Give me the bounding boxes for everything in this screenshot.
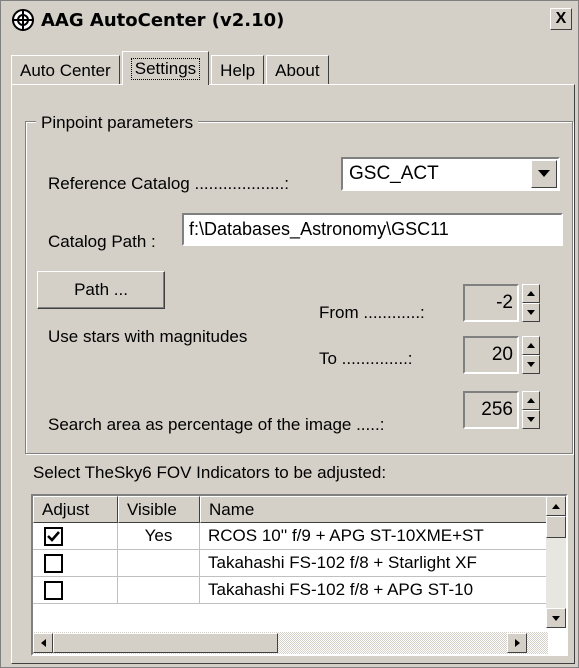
path-button-label: Path ... [74,280,128,299]
checkmark-icon [47,530,60,542]
from-spin-buttons [522,284,540,322]
arrow-left-icon [40,639,46,647]
app-window: AAG AutoCenter (v2.10) X Auto Center Set… [0,0,579,668]
search-area-spin-buttons [522,391,540,429]
from-magnitude-input[interactable]: -2 [463,284,519,322]
horizontal-scroll-thumb[interactable] [53,633,278,653]
arrow-up-icon [527,343,535,348]
chevron-down-icon [538,170,550,177]
fov-section-label: Select TheSky6 FOV Indicators to be adju… [33,463,387,482]
spin-down-button[interactable] [522,303,540,322]
spin-down-button[interactable] [522,355,540,374]
spin-up-button[interactable] [522,336,540,355]
column-header-name[interactable]: Name [200,496,550,523]
table-row[interactable]: Takahashi FS-102 f/8 + Starlight XF [33,550,548,577]
crosshair-globe-icon [12,9,34,31]
window-title: AAG AutoCenter (v2.10) [41,9,285,31]
visible-cell: Yes [118,523,200,550]
adjust-cell [33,577,118,604]
catalog-path-input[interactable] [182,213,563,246]
adjust-checkbox[interactable] [44,580,63,600]
arrow-down-icon [527,417,535,422]
adjust-checkbox[interactable] [44,553,63,573]
scroll-right-button[interactable] [507,633,527,653]
close-button[interactable]: X [550,8,572,30]
spin-up-button[interactable] [522,391,540,410]
from-label: From ............: [319,303,425,322]
path-button[interactable]: Path ... [37,271,165,309]
pinpoint-group-label: Pinpoint parameters [36,113,199,133]
scroll-left-button[interactable] [33,633,53,653]
name-cell: RCOS 10'' f/9 + APG ST-10XME+ST [200,523,548,550]
visible-cell [118,577,200,604]
arrow-down-icon [527,310,535,315]
arrow-down-icon [552,615,560,621]
scroll-up-button[interactable] [546,496,566,516]
tab-label: Help [220,60,256,80]
tab-about[interactable]: About [266,55,329,85]
spin-down-button[interactable] [522,410,540,429]
tab-label: About [275,60,320,80]
visible-cell [118,550,200,577]
dropdown-button[interactable] [531,160,557,188]
to-label: To ..............: [319,349,413,368]
to-magnitude-input[interactable]: 20 [463,336,519,374]
adjust-checkbox[interactable] [44,526,63,546]
tab-label: Auto Center [20,60,111,80]
horizontal-scrollbar[interactable] [33,632,548,654]
fov-list-header: Adjust Visible Name [33,496,550,523]
reference-catalog-select[interactable]: GSC_ACT [341,157,560,191]
arrow-up-icon [527,291,535,296]
search-area-input[interactable]: 256 [463,391,519,429]
adjust-cell [33,523,118,550]
to-spin-buttons [522,336,540,374]
title-bar[interactable]: AAG AutoCenter (v2.10) X [5,5,574,35]
table-row[interactable]: Yes RCOS 10'' f/9 + APG ST-10XME+ST [33,523,548,550]
arrow-down-icon [527,362,535,367]
fov-list[interactable]: Adjust Visible Name Yes RCOS 10'' f/9 + … [31,494,568,656]
name-cell: Takahashi FS-102 f/8 + APG ST-10 [200,577,548,604]
close-icon: X [555,10,567,27]
arrow-up-icon [552,503,560,509]
magnitudes-label: Use stars with magnitudes [48,327,248,346]
vertical-scroll-thumb[interactable] [546,516,566,538]
name-cell: Takahashi FS-102 f/8 + Starlight XF [200,550,548,577]
column-header-adjust[interactable]: Adjust [33,496,118,523]
reference-catalog-value: GSC_ACT [349,163,439,184]
column-header-visible[interactable]: Visible [118,496,200,523]
tab-strip: Auto Center Settings Help About [11,51,331,85]
tab-auto-center[interactable]: Auto Center [11,55,120,85]
adjust-cell [33,550,118,577]
search-area-label: Search area as percentage of the image .… [48,415,385,434]
tab-settings[interactable]: Settings [121,51,210,85]
spin-up-button[interactable] [522,284,540,303]
catalog-path-label: Catalog Path : [48,232,156,251]
tab-label: Settings [130,57,201,80]
vertical-scrollbar[interactable] [546,496,566,628]
arrow-right-icon [514,639,520,647]
table-row[interactable]: Takahashi FS-102 f/8 + APG ST-10 [33,577,548,604]
scroll-down-button[interactable] [546,608,566,628]
tab-help[interactable]: Help [211,55,265,85]
arrow-up-icon [527,398,535,403]
reference-catalog-label: Reference Catalog ...................: [48,174,289,193]
